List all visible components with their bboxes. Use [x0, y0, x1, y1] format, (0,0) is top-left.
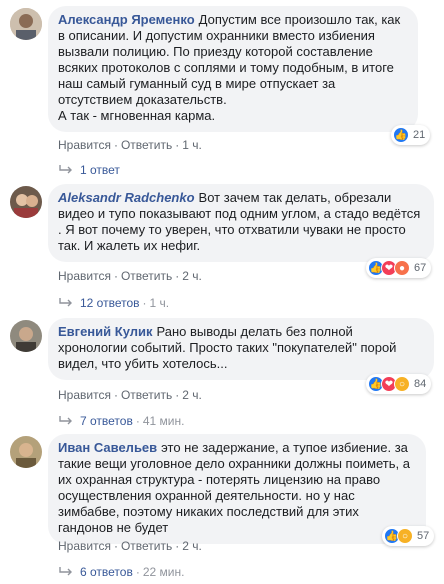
author-name[interactable]: Иван Савельев: [58, 440, 157, 455]
replies-count[interactable]: 1 ответ: [80, 163, 120, 177]
like-link[interactable]: Нравится: [58, 388, 111, 402]
avatar[interactable]: [10, 8, 42, 40]
replies-count[interactable]: 6 ответов: [80, 565, 133, 579]
reply-link[interactable]: Ответить: [121, 269, 172, 283]
reply-arrow-icon: [59, 165, 72, 174]
replies-count[interactable]: 12 ответов: [80, 296, 140, 310]
reactions-summary[interactable]: 👍 21: [391, 125, 431, 145]
view-replies[interactable]: 1 ответ: [58, 163, 120, 177]
like-link[interactable]: Нравится: [58, 138, 111, 152]
comment-bubble: Aleksandr Radchenko Вот зачем так делать,…: [48, 184, 434, 262]
timestamp[interactable]: 1 ч.: [182, 138, 202, 152]
reactions-summary[interactable]: 👍 ❤ ○ 84: [366, 374, 432, 394]
reply-arrow-icon: [59, 567, 72, 576]
avatar[interactable]: [10, 320, 42, 352]
wow-icon: ○: [394, 376, 410, 392]
avatar[interactable]: [10, 186, 42, 218]
reply-link[interactable]: Ответить: [121, 388, 172, 402]
reaction-count: 57: [417, 530, 430, 542]
comment-actions: Нравится · Ответить · 1 ч.: [58, 138, 202, 152]
comment-bubble: Иван Савельев это не задержание, а тупое …: [48, 434, 426, 544]
reply-link[interactable]: Ответить: [121, 138, 172, 152]
reaction-count: 84: [414, 378, 427, 390]
comment-bubble: Александр Яременко Допустим все произошло…: [48, 6, 418, 132]
comment-actions: Нравится · Ответить · 2 ч.: [58, 388, 202, 402]
sad-icon: ○: [397, 528, 413, 544]
timestamp[interactable]: 2 ч.: [182, 388, 202, 402]
avatar[interactable]: [10, 436, 42, 468]
author-name[interactable]: Александр Яременко: [58, 12, 195, 27]
reaction-count: 67: [414, 262, 427, 274]
comment-actions: Нравится · Ответить · 2 ч.: [58, 539, 202, 553]
reactions-summary[interactable]: 👍 ○ 57: [382, 526, 435, 546]
view-replies[interactable]: 7 ответов · 41 мин.: [58, 414, 184, 428]
reply-arrow-icon: [59, 416, 72, 425]
reply-link[interactable]: Ответить: [121, 539, 172, 553]
replies-time: 1 ч.: [149, 296, 170, 310]
view-replies[interactable]: 6 ответов · 22 мин.: [58, 565, 184, 579]
comment-text: А так - мгновенная карма.: [58, 108, 216, 123]
replies-time: 22 мин.: [142, 565, 185, 579]
comment-bubble: Евгений Кулик Рано выводы делать без полн…: [48, 318, 434, 380]
replies-count[interactable]: 7 ответов: [80, 414, 133, 428]
like-link[interactable]: Нравится: [58, 539, 111, 553]
reply-arrow-icon: [59, 298, 72, 307]
comment-actions: Нравится · Ответить · 2 ч.: [58, 269, 202, 283]
view-replies[interactable]: 12 ответов · 1 ч.: [58, 296, 169, 310]
author-name[interactable]: Евгений Кулик: [58, 324, 153, 339]
like-icon: 👍: [393, 127, 409, 143]
angry-icon: ●: [394, 260, 410, 276]
replies-time: 41 мин.: [142, 414, 185, 428]
timestamp[interactable]: 2 ч.: [182, 269, 202, 283]
reactions-summary[interactable]: 👍 ❤ ● 67: [366, 258, 432, 278]
timestamp[interactable]: 2 ч.: [182, 539, 202, 553]
reaction-count: 21: [413, 129, 426, 141]
author-name[interactable]: Aleksandr Radchenko: [58, 190, 195, 205]
like-link[interactable]: Нравится: [58, 269, 111, 283]
